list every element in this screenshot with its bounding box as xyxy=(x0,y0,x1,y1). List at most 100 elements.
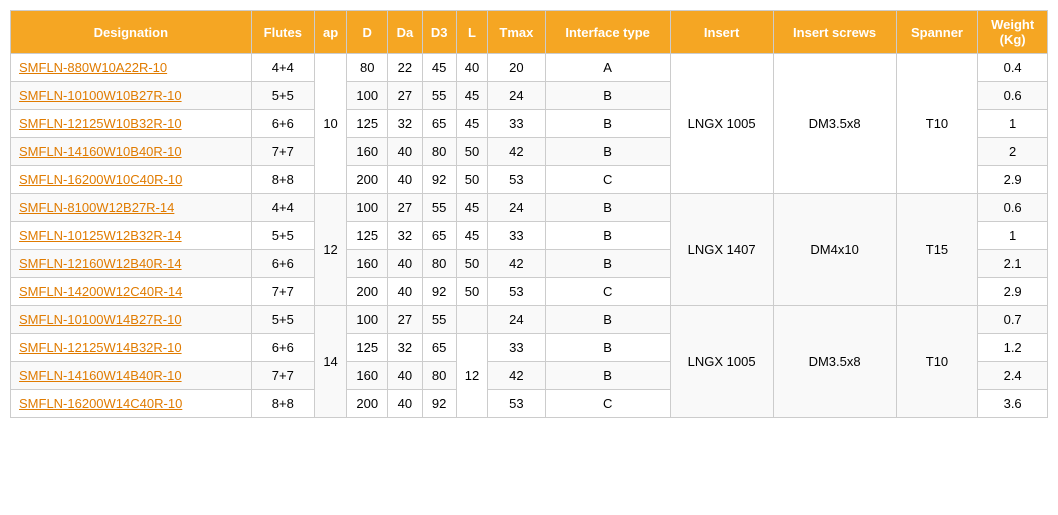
tmax-cell: 33 xyxy=(488,222,545,250)
da-cell: 27 xyxy=(388,194,422,222)
flutes-cell: 7+7 xyxy=(251,362,314,390)
insert-cell: LNGX 1005 xyxy=(670,54,773,194)
da-cell: 40 xyxy=(388,250,422,278)
interface-type-cell: B xyxy=(545,250,670,278)
header-l: L xyxy=(456,11,487,54)
insert-cell: LNGX 1407 xyxy=(670,194,773,306)
designation-cell: SMFLN-16200W14C40R-10 xyxy=(11,390,252,418)
d-cell: 125 xyxy=(347,334,388,362)
interface-type-cell: B xyxy=(545,138,670,166)
designation-cell: SMFLN-14160W14B40R-10 xyxy=(11,362,252,390)
header-tmax: Tmax xyxy=(488,11,545,54)
weight-cell: 1.2 xyxy=(978,334,1048,362)
d3-cell: 45 xyxy=(422,54,456,82)
insert-screws-cell: DM4x10 xyxy=(773,194,896,306)
flutes-cell: 8+8 xyxy=(251,166,314,194)
weight-cell: 1 xyxy=(978,222,1048,250)
tmax-cell: 24 xyxy=(488,306,545,334)
d3-cell: 65 xyxy=(422,222,456,250)
insert-screws-cell: DM3.5x8 xyxy=(773,306,896,418)
designation-link[interactable]: SMFLN-12160W12B40R-14 xyxy=(19,256,182,271)
l-cell: 50 xyxy=(456,166,487,194)
d3-cell: 92 xyxy=(422,390,456,418)
ap-cell: 10 xyxy=(314,54,346,194)
weight-cell: 1 xyxy=(978,110,1048,138)
da-cell: 32 xyxy=(388,334,422,362)
da-cell: 32 xyxy=(388,222,422,250)
header-d: D xyxy=(347,11,388,54)
ap-cell: 12 xyxy=(314,194,346,306)
designation-link[interactable]: SMFLN-10100W14B27R-10 xyxy=(19,312,182,327)
header-insert: Insert xyxy=(670,11,773,54)
designation-cell: SMFLN-14200W12C40R-14 xyxy=(11,278,252,306)
designation-link[interactable]: SMFLN-14160W10B40R-10 xyxy=(19,144,182,159)
flutes-cell: 5+5 xyxy=(251,222,314,250)
tmax-cell: 24 xyxy=(488,82,545,110)
designation-link[interactable]: SMFLN-10125W12B32R-14 xyxy=(19,228,182,243)
weight-cell: 0.4 xyxy=(978,54,1048,82)
da-cell: 40 xyxy=(388,362,422,390)
interface-type-cell: B xyxy=(545,82,670,110)
d3-cell: 92 xyxy=(422,166,456,194)
d-cell: 125 xyxy=(347,110,388,138)
designation-link[interactable]: SMFLN-880W10A22R-10 xyxy=(19,60,167,75)
interface-type-cell: C xyxy=(545,166,670,194)
d3-cell: 65 xyxy=(422,110,456,138)
d3-cell: 80 xyxy=(422,362,456,390)
d-cell: 160 xyxy=(347,362,388,390)
designation-link[interactable]: SMFLN-10100W10B27R-10 xyxy=(19,88,182,103)
tmax-cell: 53 xyxy=(488,390,545,418)
tmax-cell: 20 xyxy=(488,54,545,82)
tmax-cell: 42 xyxy=(488,138,545,166)
designation-cell: SMFLN-16200W10C40R-10 xyxy=(11,166,252,194)
d3-cell: 55 xyxy=(422,82,456,110)
weight-cell: 2.1 xyxy=(978,250,1048,278)
interface-type-cell: B xyxy=(545,222,670,250)
d-cell: 80 xyxy=(347,54,388,82)
flutes-cell: 6+6 xyxy=(251,250,314,278)
designation-cell: SMFLN-12160W12B40R-14 xyxy=(11,250,252,278)
designation-link[interactable]: SMFLN-16200W14C40R-10 xyxy=(19,396,182,411)
l-cell: 50 xyxy=(456,278,487,306)
l-cell xyxy=(456,306,487,334)
designation-cell: SMFLN-14160W10B40R-10 xyxy=(11,138,252,166)
header-spanner: Spanner xyxy=(896,11,978,54)
weight-cell: 2 xyxy=(978,138,1048,166)
d-cell: 160 xyxy=(347,250,388,278)
header-da: Da xyxy=(388,11,422,54)
designation-link[interactable]: SMFLN-14200W12C40R-14 xyxy=(19,284,182,299)
flutes-cell: 4+4 xyxy=(251,54,314,82)
weight-cell: 3.6 xyxy=(978,390,1048,418)
spanner-cell: T15 xyxy=(896,194,978,306)
da-cell: 40 xyxy=(388,138,422,166)
weight-cell: 2.9 xyxy=(978,166,1048,194)
interface-type-cell: C xyxy=(545,390,670,418)
designation-link[interactable]: SMFLN-12125W14B32R-10 xyxy=(19,340,182,355)
interface-type-cell: B xyxy=(545,110,670,138)
header-insert-screws: Insert screws xyxy=(773,11,896,54)
da-cell: 40 xyxy=(388,278,422,306)
tmax-cell: 53 xyxy=(488,166,545,194)
l-cell: 45 xyxy=(456,222,487,250)
designation-link[interactable]: SMFLN-8100W12B27R-14 xyxy=(19,200,174,215)
d-cell: 100 xyxy=(347,194,388,222)
designation-link[interactable]: SMFLN-16200W10C40R-10 xyxy=(19,172,182,187)
da-cell: 40 xyxy=(388,390,422,418)
flutes-cell: 5+5 xyxy=(251,82,314,110)
designation-link[interactable]: SMFLN-14160W14B40R-10 xyxy=(19,368,182,383)
designation-cell: SMFLN-12125W14B32R-10 xyxy=(11,334,252,362)
weight-cell: 0.6 xyxy=(978,82,1048,110)
da-cell: 27 xyxy=(388,306,422,334)
designation-link[interactable]: SMFLN-12125W10B32R-10 xyxy=(19,116,182,131)
designation-cell: SMFLN-880W10A22R-10 xyxy=(11,54,252,82)
da-cell: 32 xyxy=(388,110,422,138)
interface-type-cell: B xyxy=(545,334,670,362)
designation-cell: SMFLN-8100W12B27R-14 xyxy=(11,194,252,222)
flutes-cell: 7+7 xyxy=(251,138,314,166)
l-cell: 12 xyxy=(456,334,487,418)
interface-type-cell: B xyxy=(545,306,670,334)
header-d3: D3 xyxy=(422,11,456,54)
tmax-cell: 42 xyxy=(488,362,545,390)
weight-cell: 2.4 xyxy=(978,362,1048,390)
l-cell: 45 xyxy=(456,110,487,138)
